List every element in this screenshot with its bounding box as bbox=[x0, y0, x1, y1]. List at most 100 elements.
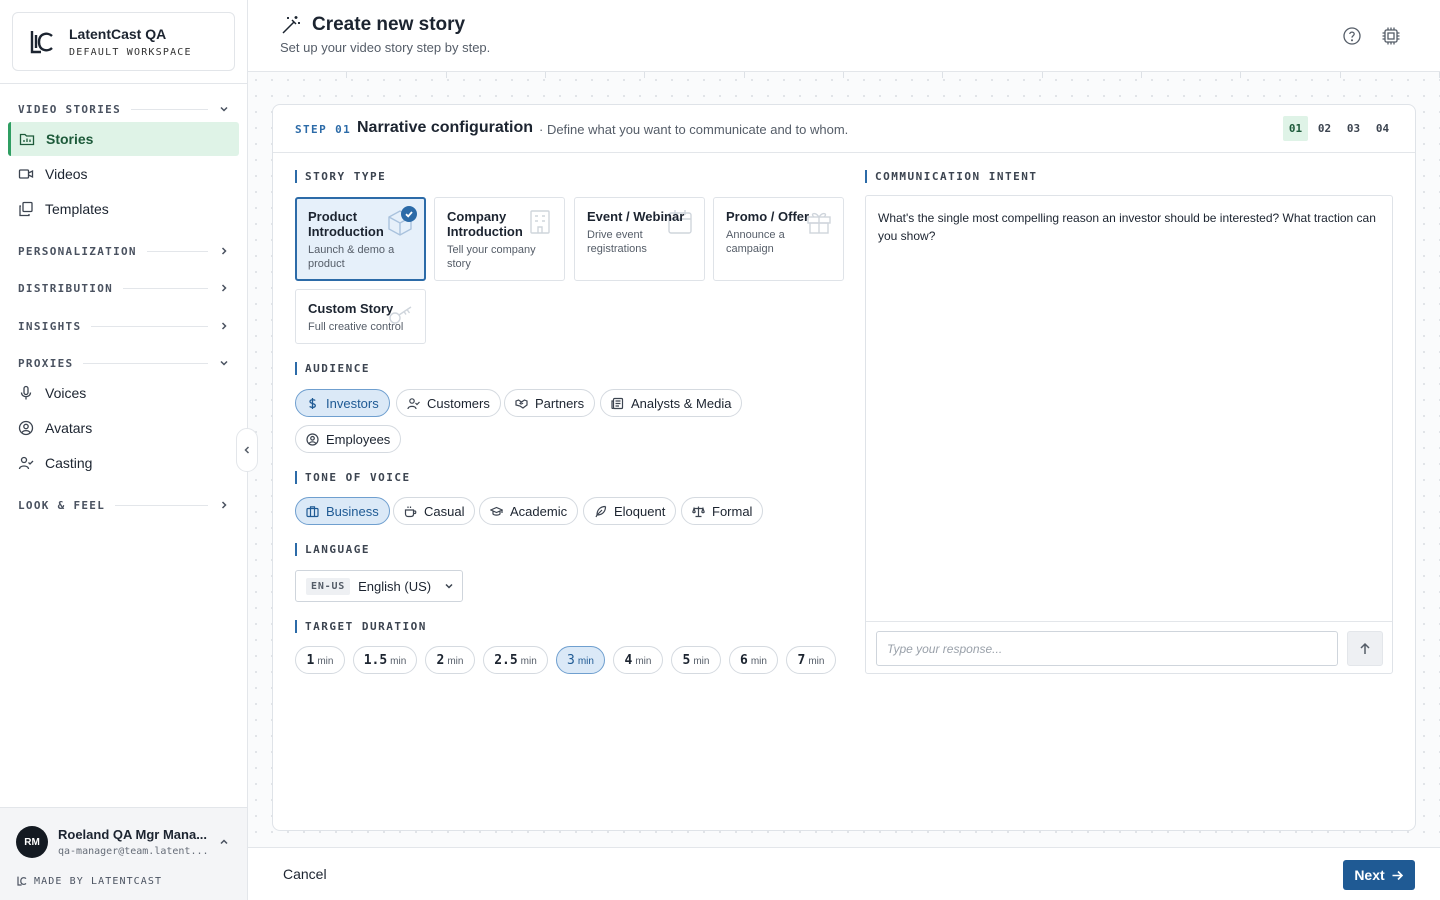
ruler-ticks bbox=[248, 72, 1440, 80]
duration-value: 4 bbox=[624, 653, 633, 668]
user-check-icon bbox=[407, 397, 420, 409]
sidebar-item-voices[interactable]: Voices bbox=[8, 376, 239, 410]
story-option-title: Custom Story bbox=[308, 301, 394, 316]
tone-label: TONE OF VOICE bbox=[295, 471, 411, 484]
handshake-icon bbox=[515, 398, 528, 409]
tone-option-eloquent[interactable]: Eloquent bbox=[583, 497, 677, 525]
chevron-left-icon bbox=[244, 446, 250, 454]
story-option-promo-offer[interactable]: Promo / Offer Announce a campaign bbox=[713, 197, 844, 281]
tone-option-label: Academic bbox=[510, 503, 568, 519]
duration-option-5[interactable]: 5 min bbox=[671, 646, 721, 674]
page-header: Create new story Set up your video story… bbox=[248, 0, 1440, 72]
collapse-sidebar-button[interactable] bbox=[236, 428, 258, 472]
duration-option-2[interactable]: 2 min bbox=[425, 646, 475, 674]
sidebar-item-casting[interactable]: Casting bbox=[8, 446, 239, 480]
duration-unit: min bbox=[447, 656, 464, 667]
help-icon[interactable] bbox=[1342, 26, 1362, 46]
section-label: DISTRIBUTION bbox=[18, 281, 114, 295]
sidebar-item-templates[interactable]: Templates bbox=[8, 192, 239, 226]
section-label: VIDEO STORIES bbox=[18, 102, 121, 116]
tone-option-casual[interactable]: Casual bbox=[393, 497, 476, 525]
cancel-button[interactable]: Cancel bbox=[283, 866, 327, 882]
duration-option-1-5[interactable]: 1.5 min bbox=[353, 646, 417, 674]
dollar-icon bbox=[309, 397, 316, 409]
microphone-icon bbox=[20, 385, 32, 400]
latentcast-logo-icon bbox=[30, 30, 53, 53]
story-option-company-introduction[interactable]: Company Introduction Tell your company s… bbox=[434, 197, 565, 281]
duration-value: 2.5 bbox=[494, 653, 518, 668]
audience-option-label: Analysts & Media bbox=[631, 395, 732, 411]
step-title: Narrative configuration bbox=[357, 119, 534, 136]
section-rule bbox=[115, 504, 208, 506]
language-name: English (US) bbox=[358, 578, 432, 594]
audience-option-analysts-media[interactable]: Analysts & Media bbox=[600, 389, 743, 417]
section-look-feel[interactable]: LOOK & FEEL bbox=[18, 497, 230, 513]
section-video-stories[interactable]: VIDEO STORIES bbox=[18, 101, 230, 117]
audience-option-employees[interactable]: Employees bbox=[295, 425, 402, 453]
cpu-chip-icon[interactable] bbox=[1381, 26, 1401, 46]
tone-option-label: Eloquent bbox=[614, 503, 666, 519]
section-personalization[interactable]: PERSONALIZATION bbox=[18, 243, 230, 259]
audience-option-investors[interactable]: Investors bbox=[295, 389, 390, 417]
duration-option-1[interactable]: 1 min bbox=[295, 646, 345, 674]
section-label: INSIGHTS bbox=[18, 319, 82, 333]
duration-option-3[interactable]: 3 min bbox=[556, 646, 605, 674]
duration-unit: min bbox=[693, 656, 710, 667]
user-menu[interactable]: RM Roeland QA Mgr Mana... qa-manager@tea… bbox=[0, 807, 247, 900]
duration-option-7[interactable]: 7 min bbox=[786, 646, 836, 674]
story-option-description: Tell your company story bbox=[447, 244, 536, 270]
section-distribution[interactable]: DISTRIBUTION bbox=[18, 280, 230, 296]
send-button[interactable] bbox=[1347, 631, 1383, 666]
audience-option-customers[interactable]: Customers bbox=[396, 389, 501, 417]
story-option-title: Product Introduction bbox=[308, 209, 384, 239]
section-proxies[interactable]: PROXIES bbox=[18, 355, 230, 371]
tone-option-formal[interactable]: Formal bbox=[681, 497, 764, 525]
user-check-icon bbox=[18, 456, 34, 470]
story-option-product-introduction[interactable]: Product Introduction Launch & demo a pro… bbox=[295, 197, 426, 281]
sidebar: LatentCast QA DEFAULT WORKSPACE VIDEO ST… bbox=[0, 0, 248, 900]
arrow-right-icon bbox=[1392, 870, 1403, 880]
section-insights[interactable]: INSIGHTS bbox=[18, 318, 230, 334]
section-label: PERSONALIZATION bbox=[18, 244, 137, 258]
story-option-description: Drive event registrations bbox=[587, 229, 647, 255]
step-number-01[interactable]: 01 bbox=[1283, 116, 1308, 141]
response-input[interactable] bbox=[876, 631, 1338, 666]
sidebar-item-videos[interactable]: Videos bbox=[8, 157, 239, 191]
step-tag: STEP 01 bbox=[295, 123, 352, 136]
step-number-04[interactable]: 04 bbox=[1370, 116, 1395, 141]
tone-option-academic[interactable]: Academic bbox=[479, 497, 579, 525]
language-select[interactable]: EN-US English (US) bbox=[295, 570, 463, 602]
duration-unit: min bbox=[750, 656, 767, 667]
graduation-cap-icon bbox=[490, 506, 503, 516]
audience-label: AUDIENCE bbox=[295, 362, 370, 375]
duration-unit: min bbox=[808, 656, 825, 667]
sidebar-item-label: Casting bbox=[45, 455, 93, 471]
step-number-03[interactable]: 03 bbox=[1341, 116, 1366, 141]
newspaper-icon bbox=[611, 397, 624, 409]
latentcast-small-logo-icon bbox=[17, 876, 27, 886]
copy-icon bbox=[19, 201, 33, 217]
next-button-label: Next bbox=[1354, 867, 1385, 883]
section-rule bbox=[83, 362, 208, 364]
audience-option-label: Employees bbox=[326, 431, 391, 447]
sidebar-item-stories[interactable]: Stories bbox=[8, 122, 239, 156]
user-email: qa-manager@team.latent... bbox=[58, 846, 208, 857]
workspace-switcher[interactable]: LatentCast QA DEFAULT WORKSPACE bbox=[12, 12, 235, 71]
duration-unit: min bbox=[577, 656, 594, 667]
step-number-02[interactable]: 02 bbox=[1312, 116, 1337, 141]
story-option-event-webinar[interactable]: Event / Webinar Drive event registration… bbox=[574, 197, 705, 281]
page-title: Create new story bbox=[312, 14, 466, 35]
story-option-custom-story[interactable]: Custom Story Full creative control bbox=[295, 289, 426, 344]
sidebar-item-avatars[interactable]: Avatars bbox=[8, 411, 239, 445]
story-option-title: Company Introduction bbox=[447, 209, 523, 239]
audience-option-partners[interactable]: Partners bbox=[504, 389, 596, 417]
duration-option-6[interactable]: 6 min bbox=[729, 646, 778, 674]
tone-option-business[interactable]: Business bbox=[295, 497, 390, 525]
chevron-right-icon bbox=[221, 284, 227, 292]
briefcase-icon bbox=[306, 505, 319, 517]
duration-option-2-5[interactable]: 2.5 min bbox=[483, 646, 548, 674]
duration-option-4[interactable]: 4 min bbox=[613, 646, 663, 674]
next-button[interactable]: Next bbox=[1343, 860, 1415, 890]
workspace-name: LatentCast QA bbox=[69, 25, 167, 42]
chevron-right-icon bbox=[221, 501, 227, 509]
